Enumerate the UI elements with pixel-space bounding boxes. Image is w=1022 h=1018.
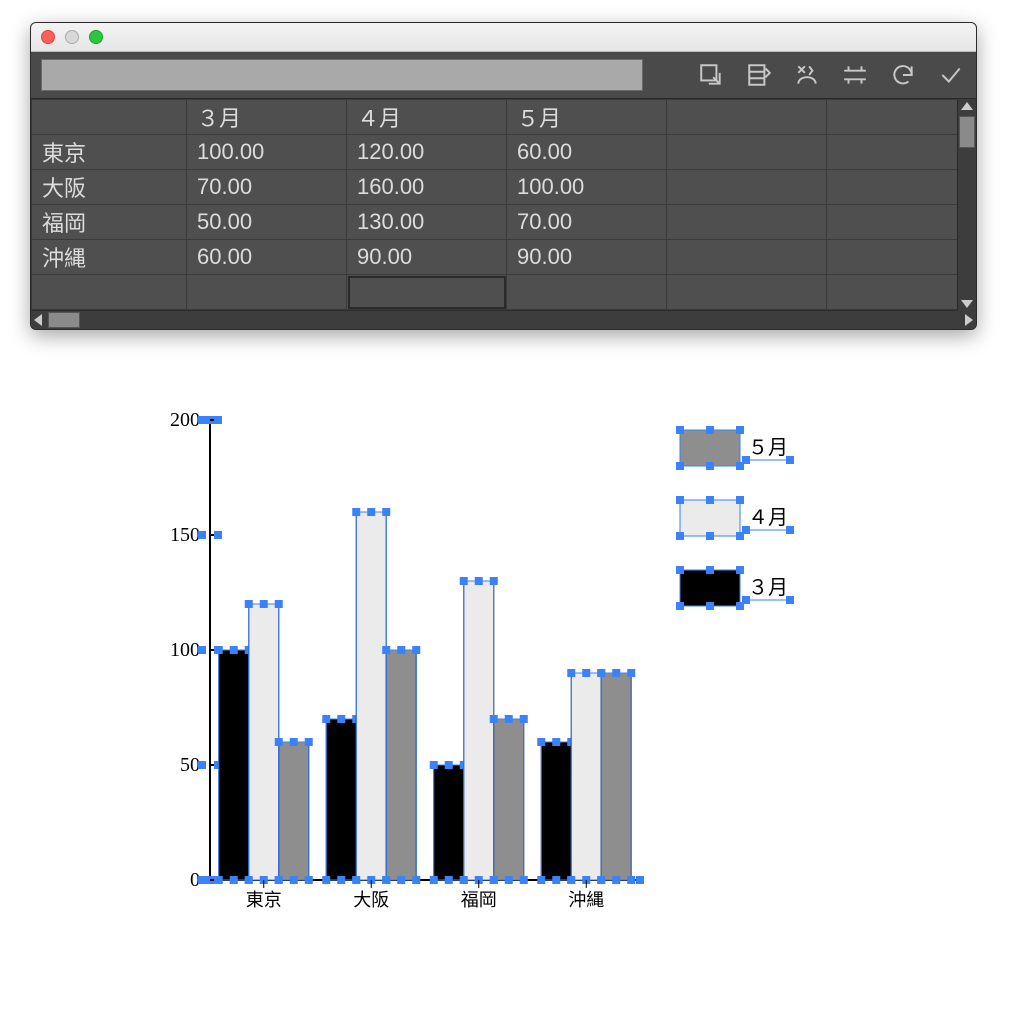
scroll-left-icon[interactable] — [34, 314, 42, 326]
bar[interactable] — [494, 719, 524, 880]
data-cell[interactable]: 50.00 — [187, 205, 347, 240]
data-cell[interactable] — [667, 275, 827, 310]
data-cell[interactable] — [827, 205, 978, 240]
cell-style-icon[interactable] — [840, 60, 870, 90]
legend-label: ４月 — [748, 507, 788, 529]
bar-chart[interactable]: 050100150200東京大阪福岡沖縄５月４月３月 — [150, 410, 830, 930]
data-cell[interactable]: 70.00 — [187, 170, 347, 205]
data-cell[interactable] — [507, 275, 667, 310]
row-header[interactable] — [32, 275, 187, 310]
bar[interactable] — [219, 650, 249, 880]
bar[interactable] — [326, 719, 356, 880]
column-header[interactable]: ４月 — [347, 100, 507, 135]
transpose-data-icon[interactable] — [744, 60, 774, 90]
data-cell[interactable] — [667, 170, 827, 205]
legend-label: ５月 — [748, 437, 788, 459]
bar[interactable] — [541, 742, 571, 880]
data-cell[interactable]: 100.00 — [187, 135, 347, 170]
revert-icon[interactable] — [888, 60, 918, 90]
bar[interactable] — [249, 604, 279, 880]
graph-data-window: ３月 ４月 ５月 東京 100.00 120.00 60.00 大阪 70.00… — [30, 22, 977, 330]
data-cell[interactable] — [187, 275, 347, 310]
horizontal-scrollbar[interactable] — [31, 310, 976, 329]
header-blank[interactable] — [32, 100, 187, 135]
x-tick-label: 大阪 — [353, 890, 389, 910]
y-tick-label: 150 — [170, 524, 200, 546]
data-cell[interactable]: 60.00 — [507, 135, 667, 170]
row-header[interactable]: 沖縄 — [32, 240, 187, 275]
import-data-icon[interactable] — [696, 60, 726, 90]
apply-icon[interactable] — [936, 60, 966, 90]
x-tick-label: 東京 — [246, 890, 282, 910]
column-header[interactable]: ５月 — [507, 100, 667, 135]
legend-label: ３月 — [748, 577, 788, 599]
scroll-right-icon[interactable] — [965, 314, 973, 326]
swap-xy-icon[interactable] — [792, 60, 822, 90]
bar[interactable] — [356, 512, 386, 880]
data-cell[interactable]: 90.00 — [507, 240, 667, 275]
x-tick-label: 福岡 — [461, 890, 497, 910]
data-cell[interactable]: 90.00 — [347, 240, 507, 275]
scroll-down-icon[interactable] — [961, 300, 973, 308]
y-tick-label: 50 — [180, 754, 200, 776]
data-cell sel-cell[interactable] — [347, 275, 507, 310]
bar[interactable] — [601, 673, 631, 880]
data-cell[interactable] — [827, 275, 978, 310]
data-toolbar — [31, 52, 976, 99]
legend-swatch[interactable] — [680, 430, 740, 466]
scroll-up-icon[interactable] — [961, 102, 973, 110]
data-cell[interactable]: 120.00 — [347, 135, 507, 170]
data-cell[interactable] — [667, 135, 827, 170]
data-cell[interactable]: 60.00 — [187, 240, 347, 275]
data-cell[interactable] — [667, 240, 827, 275]
data-cell[interactable]: 130.00 — [347, 205, 507, 240]
bar[interactable] — [464, 581, 494, 880]
column-header[interactable] — [827, 100, 978, 135]
y-tick-label: 100 — [170, 639, 200, 661]
window-titlebar — [31, 23, 976, 52]
row-header[interactable]: 大阪 — [32, 170, 187, 205]
column-header[interactable]: ３月 — [187, 100, 347, 135]
data-cell[interactable] — [827, 240, 978, 275]
minimize-window-button[interactable] — [65, 30, 79, 44]
bar[interactable] — [571, 673, 601, 880]
data-cell[interactable] — [667, 205, 827, 240]
close-window-button[interactable] — [41, 30, 55, 44]
x-tick-label: 沖縄 — [568, 890, 604, 910]
data-cell[interactable]: 100.00 — [507, 170, 667, 205]
cell-entry-input[interactable] — [41, 59, 643, 91]
scroll-thumb[interactable] — [48, 312, 80, 328]
legend-swatch[interactable] — [680, 500, 740, 536]
row-header[interactable]: 東京 — [32, 135, 187, 170]
bar[interactable] — [279, 742, 309, 880]
bar[interactable] — [434, 765, 464, 880]
data-cell[interactable] — [827, 170, 978, 205]
vertical-scrollbar[interactable] — [957, 99, 976, 311]
column-header[interactable] — [667, 100, 827, 135]
scroll-thumb[interactable] — [959, 116, 975, 148]
zoom-window-button[interactable] — [89, 30, 103, 44]
row-header[interactable]: 福岡 — [32, 205, 187, 240]
data-cell[interactable]: 160.00 — [347, 170, 507, 205]
data-cell[interactable]: 70.00 — [507, 205, 667, 240]
data-cell[interactable] — [827, 135, 978, 170]
bar[interactable] — [386, 650, 416, 880]
y-tick-label: 200 — [170, 409, 200, 431]
data-grid[interactable]: ３月 ４月 ５月 東京 100.00 120.00 60.00 大阪 70.00… — [31, 99, 976, 329]
legend-swatch[interactable] — [680, 570, 740, 606]
